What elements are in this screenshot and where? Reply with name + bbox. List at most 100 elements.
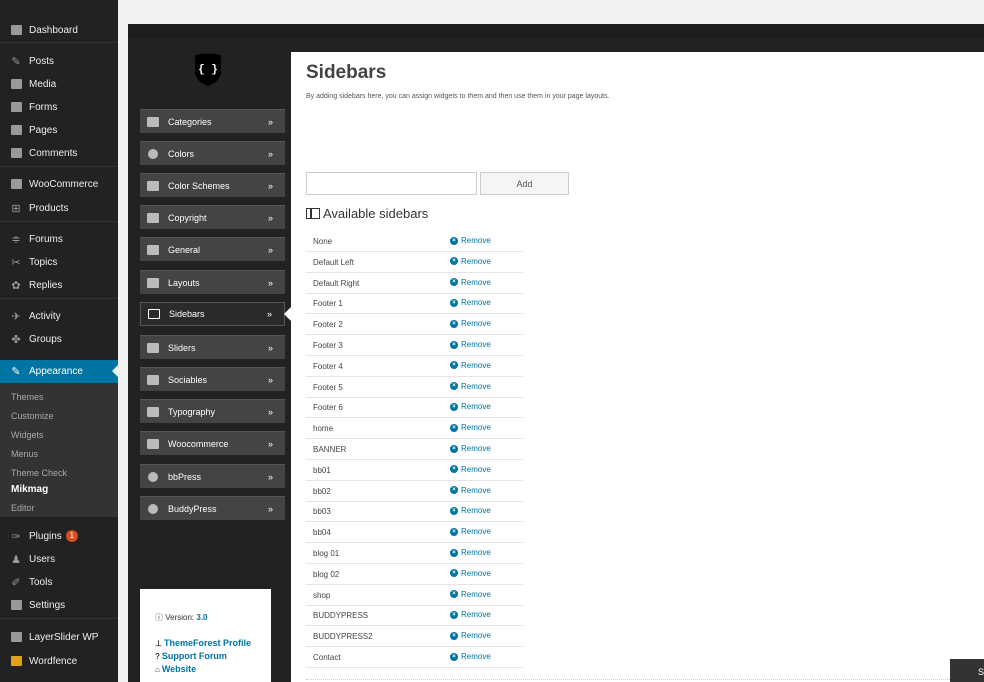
submenu-editor[interactable]: Editor [11,503,35,513]
remove-sidebar-button[interactable]: × Remove [450,278,491,287]
menu-products[interactable]: ⊞ Products [0,197,118,219]
remove-sidebar-button[interactable]: × Remove [450,610,491,619]
submenu-themes[interactable]: Themes [11,392,44,402]
remove-sidebar-button[interactable]: × Remove [450,652,491,661]
tag-icon [146,212,160,224]
nav-color-schemes[interactable]: Color Schemes » [140,173,285,197]
submenu-mikmag[interactable]: Mikmag [11,484,48,495]
nav-woocommerce[interactable]: Woocommerce » [140,431,285,455]
remove-sidebar-button[interactable]: × Remove [450,402,491,411]
nav-typography[interactable]: Typography » [140,399,285,423]
support-forum-link[interactable]: ? Support Forum [155,651,227,661]
menu-groups[interactable]: ✤ Groups [0,328,118,350]
remove-sidebar-button[interactable]: × Remove [450,548,491,557]
submenu-menus[interactable]: Menus [11,449,38,459]
new-sidebar-input[interactable] [306,172,477,195]
nav-sliders[interactable]: Sliders » [140,335,285,359]
remove-sidebar-button[interactable]: × Remove [450,361,491,370]
nav-categories[interactable]: Categories » [140,109,285,133]
nav-buddypress[interactable]: BuddyPress » [140,496,285,520]
menu-wordfence[interactable]: Wordfence [0,650,118,672]
menu-activity[interactable]: ✈ Activity [0,305,118,327]
menu-label: Appearance [29,366,83,377]
website-link[interactable]: ⌂ Website [155,664,196,674]
remove-sidebar-button[interactable]: × Remove [450,257,491,266]
menu-appearance[interactable]: ✎ Appearance [0,360,118,383]
remove-icon: × [450,486,458,495]
remove-sidebar-button[interactable]: × Remove [450,527,491,536]
nav-sociables[interactable]: Sociables » [140,367,285,391]
save-button[interactable]: S [950,659,984,682]
remove-icon: × [450,610,458,619]
chevron-right-icon: » [267,406,273,417]
remove-sidebar-button[interactable]: × Remove [450,590,491,599]
submenu-widgets[interactable]: Widgets [11,430,44,440]
nav-label: BuddyPress [168,503,217,514]
menu-topics[interactable]: ✂ Topics [0,251,118,273]
remove-sidebar-button[interactable]: × Remove [450,486,491,495]
themeforest-link[interactable]: ⊥ ThemeForest Profile [155,638,251,648]
remove-sidebar-button[interactable]: × Remove [450,423,491,432]
menu-settings[interactable]: Settings [0,594,118,616]
menu-dashboard[interactable]: Dashboard [0,19,118,41]
nav-label: Copyright [168,212,207,223]
chevron-right-icon: » [267,438,273,449]
cart-icon [146,438,160,450]
remove-sidebar-button[interactable]: × Remove [450,319,491,328]
menu-posts[interactable]: ✎ Posts [0,50,118,72]
remove-icon: × [450,548,458,557]
sidebar-row: BUDDYPRESS × Remove [306,605,523,627]
submenu-theme-check[interactable]: Theme Check [11,468,67,478]
remove-label: Remove [461,610,491,620]
nav-layouts[interactable]: Layouts » [140,270,285,294]
remove-label: Remove [461,340,491,349]
admin-menu: Dashboard ✎ Posts Media Forms Pages Comme… [0,0,118,682]
remove-sidebar-button[interactable]: × Remove [450,236,491,245]
menu-users[interactable]: ♟ Users [0,548,118,570]
sidebar-name: Footer 1 [313,299,343,309]
menu-plugins[interactable]: ✑ Plugins 1 [0,525,118,547]
sidebar-name: Footer 3 [313,341,343,350]
remove-label: Remove [461,464,491,474]
menu-layerslider[interactable]: LayerSlider WP [0,626,118,648]
menu-forms[interactable]: Forms [0,96,118,118]
remove-label: Remove [461,381,491,391]
submenu-customize[interactable]: Customize [11,411,54,421]
image-icon [146,342,160,354]
remove-label: Remove [461,277,491,287]
nav-bbpress[interactable]: bbPress » [140,464,285,488]
nav-general[interactable]: General » [140,237,285,261]
menu-comments[interactable]: Comments [0,142,118,164]
remove-sidebar-button[interactable]: × Remove [450,569,491,578]
remove-label: Remove [461,423,491,433]
menu-label: Users [29,553,56,565]
menu-replies[interactable]: ✿ Replies [0,274,118,296]
remove-sidebar-button[interactable]: × Remove [450,444,491,453]
remove-icon: × [450,590,458,599]
nav-colors[interactable]: Colors » [140,141,285,165]
menu-forums[interactable]: ≑ Forums [0,228,118,250]
home-icon: ⌂ [155,665,160,674]
menu-label: Settings [29,599,66,611]
nav-copyright[interactable]: Copyright » [140,205,285,229]
menu-woocommerce[interactable]: WooCommerce [0,173,118,195]
page-title: Sidebars [306,62,387,83]
menu-tools[interactable]: ✐ Tools [0,571,118,593]
remove-sidebar-button[interactable]: × Remove [450,506,491,515]
menu-label: Dashboard [29,24,78,36]
chevron-right-icon: » [267,374,273,385]
media-icon [9,77,23,91]
remove-sidebar-button[interactable]: × Remove [450,465,491,474]
add-button[interactable]: Add [480,172,569,195]
nav-sidebars[interactable]: Sidebars » [140,302,285,326]
remove-sidebar-button[interactable]: × Remove [450,631,491,640]
menu-media[interactable]: Media [0,73,118,95]
menu-label: Comments [29,147,78,159]
remove-sidebar-button[interactable]: × Remove [450,340,491,349]
remove-sidebar-button[interactable]: × Remove [450,382,491,391]
remove-label: Remove [461,548,491,557]
theme-logo: { } [195,53,221,86]
remove-sidebar-button[interactable]: × Remove [450,298,491,307]
remove-icon: × [450,340,458,349]
menu-pages[interactable]: Pages [0,119,118,141]
